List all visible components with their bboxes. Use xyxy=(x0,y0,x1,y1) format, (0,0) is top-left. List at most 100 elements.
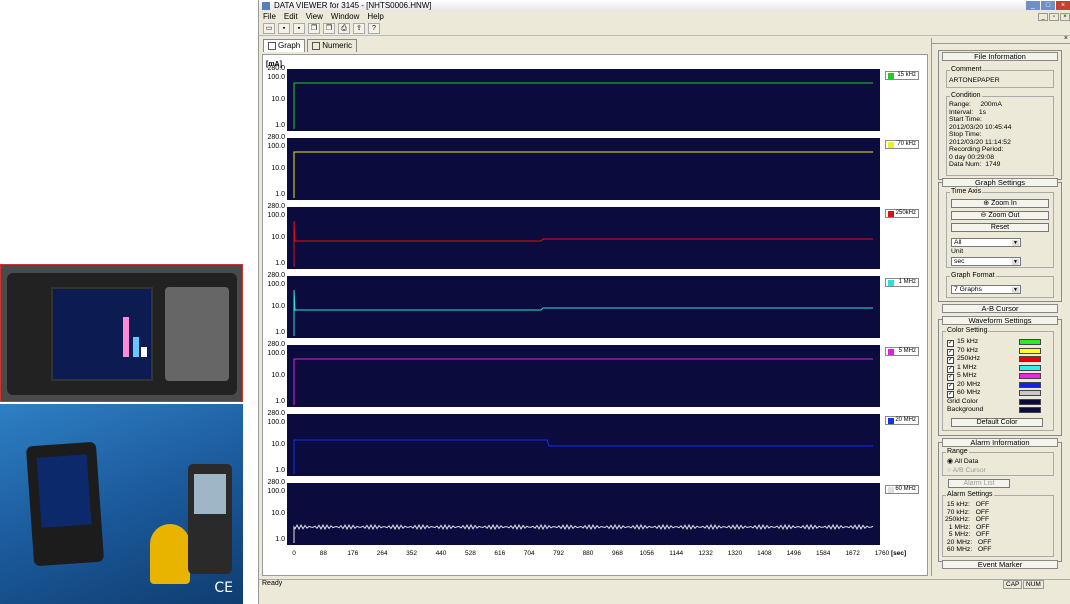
color-picker[interactable] xyxy=(1019,339,1041,345)
app-icon xyxy=(262,1,270,10)
plot-1mhz[interactable] xyxy=(287,276,880,338)
doc-restore-button[interactable]: ▫ xyxy=(1049,12,1059,21)
radio-ab-cursor[interactable]: ○ A/B Cursor xyxy=(947,467,986,475)
color-picker[interactable] xyxy=(1019,398,1041,405)
color-picker[interactable] xyxy=(1019,407,1041,413)
tab-graph[interactable]: Graph xyxy=(263,39,306,52)
product-photo-bottom: CE xyxy=(0,404,243,604)
x-tick-label: 528 xyxy=(464,550,476,557)
event-marker-header[interactable]: Event Marker xyxy=(942,560,1058,569)
legend-20mhz: 20 MHz xyxy=(885,416,919,425)
plot-20mhz[interactable] xyxy=(287,414,880,476)
tab-numeric[interactable]: Numeric xyxy=(307,39,358,52)
alarm-line: 20 MHz: OFF xyxy=(945,538,992,546)
y-tick-label: 100.0 xyxy=(267,350,285,357)
unit-select[interactable]: sec ▼ xyxy=(951,257,1021,266)
condition-line: Recording Period: xyxy=(949,146,1004,153)
color-picker[interactable] xyxy=(1019,356,1041,362)
waveform-settings-header[interactable]: Waveform Settings xyxy=(942,316,1058,325)
condition-group: Condition Range: 200mA Interval: 1s Start … xyxy=(946,92,1054,176)
graph-format-label: Graph Format xyxy=(950,272,996,279)
plot-15khz[interactable] xyxy=(287,69,880,131)
open-folder-icon[interactable]: ▭ xyxy=(263,23,275,34)
time-axis-label: Time Axis xyxy=(950,188,983,195)
color-picker[interactable] xyxy=(1019,373,1041,379)
print-icon[interactable]: ⎙ xyxy=(338,23,350,34)
color-picker[interactable] xyxy=(1019,381,1041,388)
y-tick-label: 1.0 xyxy=(275,191,285,198)
comment-value: ARTONEPAPER xyxy=(949,77,1000,84)
alarm-information-header[interactable]: Alarm Information xyxy=(942,438,1058,447)
zoom-out-button[interactable]: ⊖ Zoom Out xyxy=(951,211,1049,220)
menu-view[interactable]: View xyxy=(306,12,323,21)
graph-settings-header[interactable]: Graph Settings xyxy=(942,178,1058,187)
background-label: Background xyxy=(947,406,984,413)
default-color-button[interactable]: Default Color xyxy=(951,418,1043,427)
doc-close-button[interactable]: × xyxy=(1060,12,1070,21)
zoom-in-button[interactable]: ⊕ Zoom In xyxy=(951,199,1049,208)
menu-edit[interactable]: Edit xyxy=(284,12,298,21)
minimize-button[interactable]: _ xyxy=(1026,1,1040,10)
waveform-trace xyxy=(293,523,874,543)
panel-close-icon[interactable]: × xyxy=(1064,35,1068,42)
help-icon[interactable]: ? xyxy=(368,23,380,34)
file-info-header[interactable]: File Information xyxy=(942,52,1058,61)
close-button[interactable]: × xyxy=(1056,1,1070,10)
export-icon[interactable]: ⇪ xyxy=(353,23,365,34)
y-tick-label: 1.0 xyxy=(275,329,285,336)
doc-minimize-button[interactable]: _ xyxy=(1038,12,1048,21)
plot-250khz[interactable] xyxy=(287,207,880,269)
graph-format-select[interactable]: 7 Graphs ▼ xyxy=(951,285,1021,294)
reset-button[interactable]: Reset xyxy=(951,223,1049,232)
condition-line: Range: 200mA xyxy=(949,101,1002,108)
graph-tab-icon xyxy=(268,41,276,50)
y-tick-label: 100.0 xyxy=(267,281,285,288)
maximize-button[interactable]: □ xyxy=(1041,1,1055,10)
color-picker[interactable] xyxy=(1019,390,1041,396)
x-tick-label: 704 xyxy=(523,550,535,557)
paste-icon[interactable]: ❐ xyxy=(323,23,335,34)
alarm-list-button[interactable]: Alarm List xyxy=(948,479,1010,488)
y-tick-label: 280.0 xyxy=(267,272,285,279)
menu-file[interactable]: File xyxy=(263,12,276,21)
menu-window[interactable]: Window xyxy=(331,12,359,21)
radio-all-data[interactable]: ◉ All Data xyxy=(947,458,978,466)
x-tick-label: 88 xyxy=(319,550,328,557)
alarm-line: 15 kHz: OFF xyxy=(945,501,990,508)
plot-60mhz[interactable] xyxy=(287,483,880,545)
condition-line: 2012/03/20 11:14:52 xyxy=(949,138,1011,146)
y-tick-label: 10.0 xyxy=(271,441,285,448)
x-tick-label: 1144 xyxy=(669,550,684,557)
copy-icon[interactable]: ❐ xyxy=(308,23,320,34)
legend-swatch xyxy=(888,280,894,286)
chevron-down-icon: ▼ xyxy=(1012,287,1019,293)
color-picker[interactable] xyxy=(1019,347,1041,354)
ab-cursor-header[interactable]: A-B Cursor xyxy=(942,304,1058,313)
meter-device xyxy=(25,441,105,567)
save-as-icon[interactable]: ▪ xyxy=(293,23,305,34)
x-tick-label: 1672 xyxy=(845,550,860,557)
time-range-select[interactable]: All ▼ xyxy=(951,238,1021,247)
logger-keypad xyxy=(165,287,229,381)
legend-swatch xyxy=(888,487,894,493)
right-panel: × File Information Comment ARTONEPAPER C… xyxy=(931,35,1070,576)
condition-line: 0 day 00:29:08 xyxy=(949,153,994,161)
save-icon[interactable]: ▪ xyxy=(278,23,290,34)
x-tick-label: 792 xyxy=(553,550,565,557)
y-tick-label: 280.0 xyxy=(267,410,285,417)
y-tick-label: 10.0 xyxy=(271,510,285,517)
y-tick-label: 10.0 xyxy=(271,303,285,310)
color-picker[interactable] xyxy=(1019,364,1041,371)
y-tick-label: 100.0 xyxy=(267,212,285,219)
legend-swatch xyxy=(888,73,894,79)
y-tick-label: 100.0 xyxy=(267,143,285,150)
plot-5mhz[interactable] xyxy=(287,345,880,407)
menu-help[interactable]: Help xyxy=(367,12,383,21)
plot-70khz[interactable] xyxy=(287,138,880,200)
y-tick-label: 10.0 xyxy=(271,165,285,172)
x-unit-label: [sec] xyxy=(891,550,907,557)
alarm-line: 250kHz: OFF xyxy=(945,516,990,523)
view-tabs: Graph Numeric xyxy=(263,39,359,52)
y-tick-label: 1.0 xyxy=(275,122,285,129)
num-indicator: NUM xyxy=(1023,580,1044,589)
